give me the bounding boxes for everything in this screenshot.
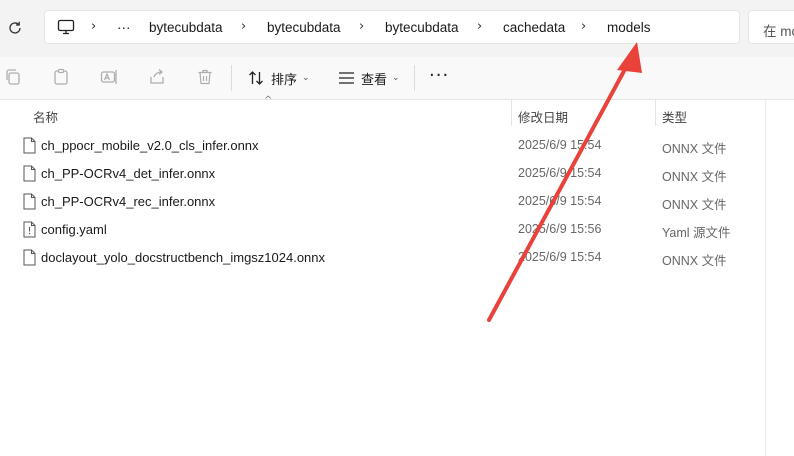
this-pc-icon[interactable] — [57, 19, 75, 35]
column-header-type[interactable]: 类型 — [662, 107, 687, 126]
file-type: ONNX 文件 — [662, 254, 727, 268]
file-name: config.yaml — [41, 222, 107, 237]
command-bar: 排序 ⌄ 查看 ⌄ ··· — [0, 57, 794, 100]
breadcrumb-segment[interactable]: bytecubdata — [267, 20, 341, 35]
column-header-modified[interactable]: 修改日期 — [518, 107, 568, 126]
generic-file-icon — [23, 165, 36, 182]
view-list-icon — [339, 72, 354, 84]
file-row[interactable]: ch_PP-OCRv4_det_infer.onnx 2025/6/9 15:5… — [0, 159, 765, 187]
file-modified: 2025/6/9 15:56 — [518, 222, 602, 236]
column-edge — [765, 100, 766, 456]
file-modified: 2025/6/9 15:54 — [518, 250, 602, 264]
sort-icon — [249, 71, 263, 85]
file-modified: 2025/6/9 15:54 — [518, 166, 602, 180]
chevron-right-icon[interactable]: › — [477, 19, 482, 34]
file-name: ch_PP-OCRv4_det_infer.onnx — [41, 166, 216, 181]
address-bar[interactable]: › ··· bytecubdata › bytecubdata › bytecu… — [44, 10, 740, 44]
address-overflow-button[interactable]: ··· — [117, 20, 131, 35]
file-row[interactable]: ch_PP-OCRv4_rec_infer.onnx 2025/6/9 15:5… — [0, 187, 765, 215]
toolbar-divider — [231, 65, 232, 91]
file-name: doclayout_yolo_docstructbench_imgsz1024.… — [41, 250, 326, 265]
file-type: ONNX 文件 — [662, 142, 727, 156]
refresh-icon[interactable] — [6, 19, 24, 37]
chevron-right-icon[interactable]: › — [241, 19, 246, 34]
generic-file-icon — [23, 193, 36, 210]
chevron-right-icon[interactable]: › — [581, 19, 586, 34]
column-divider[interactable] — [511, 100, 512, 126]
address-toolbar: › ··· bytecubdata › bytecubdata › bytecu… — [0, 0, 794, 57]
chevron-right-icon[interactable]: › — [359, 19, 364, 34]
copy-icon[interactable] — [4, 68, 22, 86]
file-name: ch_PP-OCRv4_rec_infer.onnx — [41, 194, 216, 209]
chevron-down-icon: ⌄ — [392, 73, 400, 83]
file-name: ch_ppocr_mobile_v2.0_cls_infer.onnx — [41, 138, 259, 153]
generic-file-icon — [23, 249, 36, 266]
generic-file-icon — [23, 137, 36, 154]
delete-icon[interactable] — [196, 68, 214, 86]
column-divider[interactable] — [655, 100, 656, 126]
yaml-file-icon — [23, 221, 36, 238]
breadcrumb-segment[interactable]: bytecubdata — [149, 20, 223, 35]
paste-icon[interactable] — [52, 68, 70, 86]
file-list: ^ 名称 修改日期 类型 ch_ppocr_mobile_v2.0_cls_in… — [0, 95, 794, 456]
rename-icon[interactable] — [100, 68, 118, 86]
chevron-right-icon[interactable]: › — [91, 19, 96, 34]
breadcrumb-current[interactable]: models — [607, 20, 651, 35]
column-header-name[interactable]: 名称 — [33, 107, 58, 126]
file-row[interactable]: doclayout_yolo_docstructbench_imgsz1024.… — [0, 243, 765, 271]
view-label: 查看 — [361, 71, 388, 87]
file-modified: 2025/6/9 15:54 — [518, 194, 602, 208]
sort-button[interactable]: 排序 ⌄ — [248, 68, 310, 88]
search-box[interactable]: 在 models — [748, 10, 794, 44]
sort-ascending-icon: ^ — [264, 95, 273, 106]
view-button[interactable]: 查看 ⌄ — [338, 68, 400, 88]
file-type: ONNX 文件 — [662, 170, 727, 184]
file-type: ONNX 文件 — [662, 198, 727, 212]
file-row[interactable]: ch_ppocr_mobile_v2.0_cls_infer.onnx 2025… — [0, 131, 765, 159]
more-options-button[interactable]: ··· — [429, 65, 449, 86]
file-modified: 2025/6/9 15:54 — [518, 138, 602, 152]
sort-label: 排序 — [271, 71, 298, 87]
file-type: Yaml 源文件 — [662, 226, 731, 240]
breadcrumb-segment[interactable]: bytecubdata — [385, 20, 459, 35]
share-icon[interactable] — [148, 68, 166, 86]
search-placeholder: 在 models — [763, 24, 794, 39]
file-row[interactable]: config.yaml 2025/6/9 15:56 Yaml 源文件 — [0, 215, 765, 243]
breadcrumb-segment[interactable]: cachedata — [503, 20, 565, 35]
toolbar-divider — [414, 65, 415, 91]
chevron-down-icon: ⌄ — [302, 73, 310, 83]
